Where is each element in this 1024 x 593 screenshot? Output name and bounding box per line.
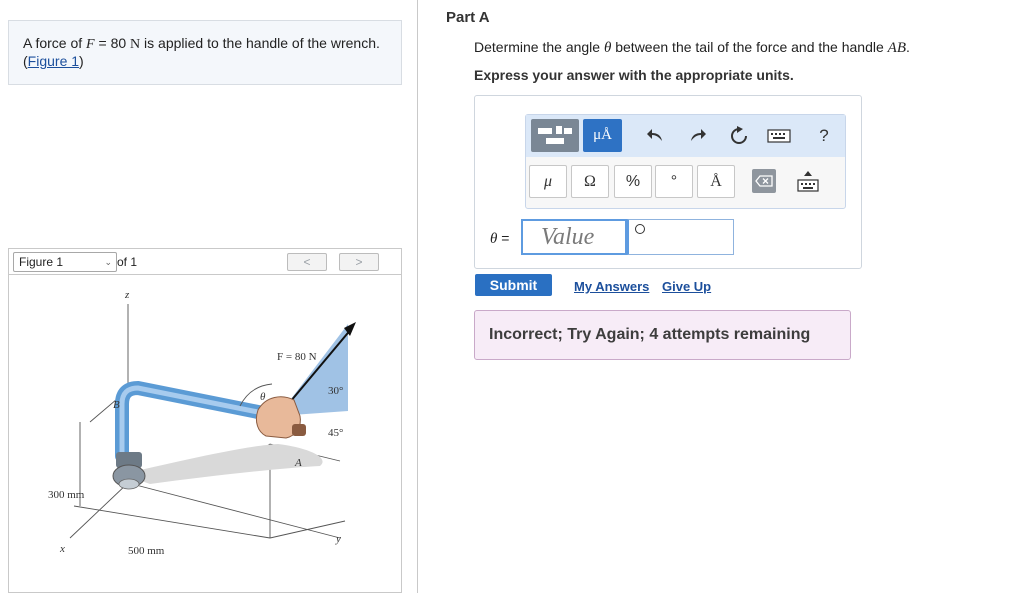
question-ab: AB xyxy=(887,40,906,56)
socket-base xyxy=(118,478,140,490)
angstrom-button[interactable]: Å xyxy=(697,165,735,198)
templates-icon[interactable] xyxy=(531,119,579,152)
label-x: x xyxy=(59,543,65,555)
my-answers-link[interactable]: My Answers xyxy=(574,279,649,294)
instruction-text: Express your answer with the appropriate… xyxy=(474,67,794,83)
problem-text-eq: = 80 xyxy=(94,35,131,51)
problem-text-after: is applied to the handle of the wrench. xyxy=(140,35,380,51)
previous-figure-button[interactable]: < xyxy=(287,253,327,271)
feedback-message: Incorrect; Try Again; 4 attempts remaini… xyxy=(474,310,851,360)
label-angle45: 45° xyxy=(328,427,343,439)
left-column: A force of F = 80 N is applied to the ha… xyxy=(0,0,418,593)
answer-label: θ = xyxy=(490,230,509,248)
give-up-link[interactable]: Give Up xyxy=(662,279,711,294)
answer-label-eq: = xyxy=(497,230,510,246)
mu-button[interactable]: μ xyxy=(529,165,567,198)
reset-icon[interactable] xyxy=(726,123,752,149)
units-input[interactable] xyxy=(627,219,734,255)
problem-text-before: A force of xyxy=(23,35,87,51)
figure-selector[interactable]: Figure 1 ⌄ xyxy=(13,252,117,272)
handle-grip xyxy=(292,424,306,436)
value-input[interactable]: Value xyxy=(521,219,627,255)
figure-selector-value: Figure 1 xyxy=(19,255,64,269)
redo-icon[interactable] xyxy=(684,123,710,149)
axis-lines xyxy=(69,304,346,539)
label-dim500: 500 mm xyxy=(128,545,165,557)
label-angle30: 30° xyxy=(328,385,343,397)
figure-panel: Figure 1 ⌄ of 1 < > z F = 80 N 30° 45° θ… xyxy=(8,248,402,593)
figure-link[interactable]: Figure 1 xyxy=(28,53,79,69)
question-text: Determine the angle θ between the tail o… xyxy=(474,39,910,57)
percent-button[interactable]: % xyxy=(614,165,652,198)
wrench-highlight xyxy=(119,385,281,459)
problem-link-close: ) xyxy=(79,53,84,69)
label-dim300: 300 mm xyxy=(48,489,85,501)
label-force: F = 80 N xyxy=(277,351,317,363)
problem-var-f: F xyxy=(86,37,95,52)
chevron-down-icon: ⌄ xyxy=(104,257,112,267)
problem-statement: A force of F = 80 N is applied to the ha… xyxy=(8,20,402,85)
keyboard-glyph xyxy=(767,129,791,143)
figure-toolbar: Figure 1 ⌄ of 1 < > xyxy=(9,249,401,275)
wrench-figure: z F = 80 N 30° 45° θ B A 300 mm 500 mm x… xyxy=(48,289,356,557)
question-end: . xyxy=(905,39,910,55)
help-icon[interactable]: ? xyxy=(811,123,837,149)
next-figure-button[interactable]: > xyxy=(339,253,379,271)
problem-unit-n: N xyxy=(130,37,141,52)
degree-button[interactable]: ° xyxy=(655,165,693,198)
undo-icon[interactable] xyxy=(643,123,669,149)
units-cursor-icon xyxy=(635,224,645,234)
math-toolbar: μÅ ? μ Ω % ° Å xyxy=(525,114,846,209)
ohm-button[interactable]: Ω xyxy=(571,165,609,198)
shadow xyxy=(122,444,323,484)
label-b: B xyxy=(113,399,120,411)
submit-button[interactable]: Submit xyxy=(475,274,552,296)
part-title: Part A xyxy=(446,9,490,26)
redo-glyph xyxy=(691,129,706,141)
question-after: between the tail of the force and the ha… xyxy=(611,39,888,55)
backspace-glyph xyxy=(755,175,773,187)
label-z: z xyxy=(124,289,130,301)
reset-glyph xyxy=(731,126,747,144)
label-a: A xyxy=(294,457,302,469)
page: A force of F = 80 N is applied to the ha… xyxy=(0,0,1024,593)
templates-glyph xyxy=(538,125,572,144)
units-icon[interactable]: μÅ xyxy=(583,119,622,152)
answer-box: μÅ ? μ Ω % ° Å θ = Value xyxy=(474,95,862,269)
keyboard-toggle-glyph xyxy=(797,170,819,192)
question-before: Determine the angle xyxy=(474,39,604,55)
label-y: y xyxy=(335,533,341,545)
keyboard-icon[interactable] xyxy=(766,123,792,149)
undo-glyph xyxy=(647,129,662,141)
figure-count: of 1 xyxy=(117,255,138,269)
backspace-icon[interactable] xyxy=(752,169,776,193)
label-theta: θ xyxy=(260,391,266,403)
keyboard-toggle-icon[interactable] xyxy=(794,165,822,198)
